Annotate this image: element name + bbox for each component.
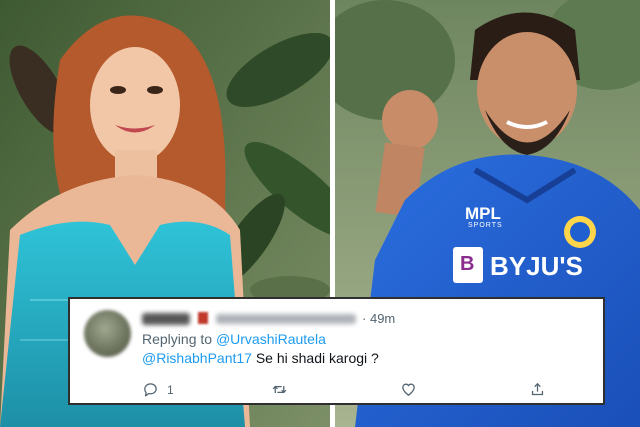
heart-icon xyxy=(402,383,415,396)
tweet-text-body: Se hi shadi karogi ? xyxy=(251,350,379,366)
tweet-actions: 1 xyxy=(142,381,582,399)
timestamp-value: 49m xyxy=(369,311,396,326)
like-button[interactable] xyxy=(400,381,417,398)
blurred-display-name[interactable] xyxy=(142,313,190,325)
replying-handle-link[interactable]: @UrvashiRautela xyxy=(216,331,326,347)
avatar[interactable] xyxy=(84,310,131,357)
reply-button[interactable]: 1 xyxy=(142,381,174,398)
comment-icon xyxy=(144,383,157,397)
replying-prefix: Replying to xyxy=(142,331,216,347)
jersey-logo-letter: B xyxy=(460,253,475,275)
replying-to-line: Replying to @UrvashiRautela xyxy=(142,331,326,347)
retweet-button[interactable] xyxy=(271,381,288,398)
flag-icon xyxy=(198,312,208,324)
jersey-brand-mpl-sub: SPORTS xyxy=(468,222,503,229)
tweet-text: @RishabhPant17 Se hi shadi karogi ? xyxy=(142,350,379,366)
retweet-icon xyxy=(272,385,287,394)
jersey-brand-mpl: MPL xyxy=(465,204,501,223)
tweet-card: · 49m Replying to @UrvashiRautela @Risha… xyxy=(68,297,605,405)
timestamp-separator: · xyxy=(362,311,367,326)
reply-count: 1 xyxy=(167,382,174,397)
tweet-timestamp[interactable]: · 49m xyxy=(362,311,395,326)
mention-link[interactable]: @RishabhPant17 xyxy=(142,350,252,366)
tweet-meta: · 49m xyxy=(142,311,592,327)
share-button[interactable] xyxy=(529,381,546,398)
jersey-brand-byjus: BYJU'S xyxy=(490,251,583,281)
share-icon xyxy=(531,382,544,396)
blurred-handle[interactable] xyxy=(216,314,356,324)
